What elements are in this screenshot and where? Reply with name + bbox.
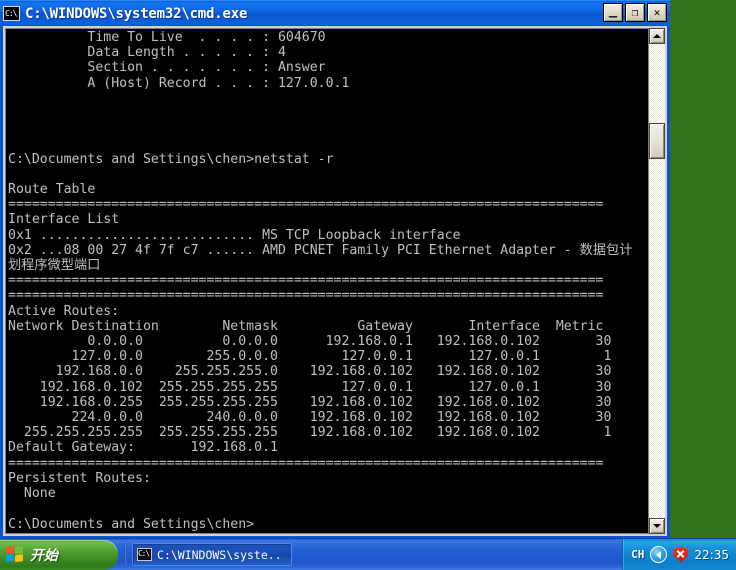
scroll-up-arrow-icon[interactable] <box>649 28 665 44</box>
close-icon: ✕ <box>653 6 661 19</box>
start-button-label: 开始 <box>30 547 58 564</box>
taskbar-separator <box>124 543 126 566</box>
command-prompt-window: C:\WINDOWS\system32\cmd.exe _ ❐ ✕ Time T… <box>0 0 670 539</box>
console-vertical-scrollbar[interactable] <box>648 28 665 534</box>
system-tray: CH 22:35 <box>622 538 736 570</box>
taskbar-clock[interactable]: 22:35 <box>694 548 729 562</box>
task-button-list: C:\WINDOWS\syste... <box>130 543 622 566</box>
scrollbar-thumb[interactable] <box>649 123 665 159</box>
console-output: Time To Live . . . . : 604670 Data Lengt… <box>8 30 633 532</box>
maximize-icon: ❐ <box>631 6 639 19</box>
taskbar: 开始 C:\WINDOWS\syste... CH 22:35 <box>0 538 736 570</box>
minimize-button[interactable]: _ <box>603 3 623 22</box>
task-button-cmd[interactable]: C:\WINDOWS\syste... <box>132 543 292 566</box>
cmd-console-icon <box>137 547 152 561</box>
console-cursor <box>255 527 262 533</box>
minimize-icon: _ <box>608 2 618 18</box>
desktop: C:\WINDOWS\system32\cmd.exe _ ❐ ✕ Time T… <box>0 0 736 570</box>
task-button-label: C:\WINDOWS\syste... <box>157 547 283 562</box>
console-screen[interactable]: Time To Live . . . . : 604670 Data Lengt… <box>5 28 648 534</box>
window-body: Time To Live . . . . : 604670 Data Lengt… <box>0 26 670 539</box>
language-indicator[interactable]: CH <box>631 548 644 561</box>
windows-flag-icon <box>6 545 25 565</box>
scroll-down-arrow-icon[interactable] <box>649 518 665 534</box>
window-titlebar[interactable]: C:\WINDOWS\system32\cmd.exe _ ❐ ✕ <box>0 0 670 26</box>
window-controls: _ ❐ ✕ <box>603 3 667 22</box>
maximize-button[interactable]: ❐ <box>625 3 645 22</box>
console-client-area: Time To Live . . . . : 604670 Data Lengt… <box>3 26 667 536</box>
security-alert-shield-icon[interactable] <box>673 546 689 563</box>
close-button[interactable]: ✕ <box>647 3 667 22</box>
start-button[interactable]: 开始 <box>0 539 118 570</box>
window-title: C:\WINDOWS\system32\cmd.exe <box>25 5 248 22</box>
cmd-console-icon <box>3 6 20 21</box>
show-hidden-icons-arrow-icon[interactable] <box>650 546 668 563</box>
